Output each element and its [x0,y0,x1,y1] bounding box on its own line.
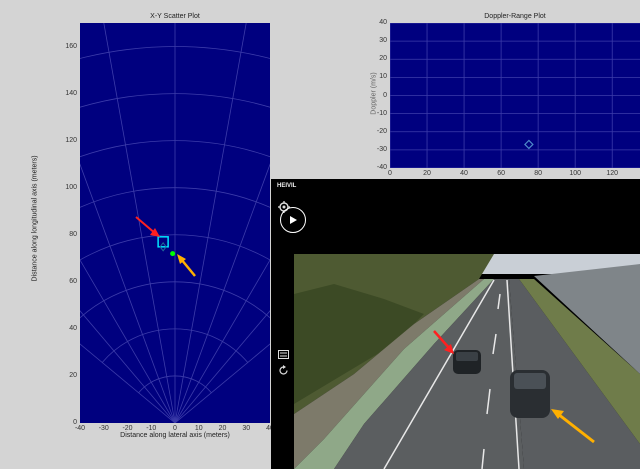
scatter-y-tick: 40 [69,324,77,332]
scatter-polar-grid [80,23,270,423]
scatter-x-tick: -40 [74,425,86,432]
scatter-radial-line [174,259,270,423]
scatter-x-tick: -20 [122,425,133,432]
scatter-y-tick: 140 [65,89,77,97]
doppler-x-tick: 80 [534,170,543,177]
scatter-plot-svg [80,23,270,423]
scatter-x-axis-label: Distance along lateral axis (meters) [120,432,230,439]
doppler-y-tick: 0 [383,91,387,99]
scatter-x-tick: 20 [218,425,227,432]
doppler-x-tick: 0 [388,170,392,177]
scatter-plot-area[interactable] [80,23,270,423]
scatter-radial-line [103,23,176,423]
scatter-y-tick: 160 [65,42,77,50]
doppler-plot-title: Doppler-Range Plot [484,13,546,20]
doppler-y-tick: -30 [376,145,387,153]
highway-scene [294,254,640,469]
scatter-x-tick: 30 [242,425,251,432]
scatter-marks [157,236,176,257]
scatter-x-tick: -10 [146,425,157,432]
scatter-x-tick: 10 [194,425,203,432]
play-button[interactable] [280,207,306,233]
doppler-y-tick: -20 [376,127,387,135]
doppler-point[interactable] [524,139,534,150]
doppler-y-tick: 30 [379,37,387,45]
scatter-radial-line [174,23,247,423]
scatter-x-tick: -30 [98,425,109,432]
scatter-x-tick: 0 [173,425,177,432]
doppler-plot-svg [390,23,640,168]
doppler-x-tick: 100 [569,170,582,177]
screenshot-icon[interactable] [278,350,289,363]
scatter-y-tick: 60 [69,277,77,285]
target-box[interactable] [157,236,169,248]
doppler-x-tick: 120 [606,170,619,177]
doppler-x-tick: 20 [423,170,431,177]
play-icon [290,216,297,224]
scatter-y-tick: 120 [65,136,77,144]
scatter-radial-line [80,310,176,423]
doppler-x-tick: 40 [460,170,468,177]
scatter-radial-line [80,259,176,423]
video-frame [294,254,640,469]
scatter-y-axis-label: Distance along longitudinal axis (meters… [31,155,39,282]
scatter-y-tick: 80 [69,230,77,238]
scatter-plot-title: X-Y Scatter Plot [150,13,200,20]
scatter-radial-line [174,163,270,423]
video-logo: HEIVIL [277,183,297,189]
scatter-radial-line [174,310,270,423]
loop-icon[interactable] [278,365,289,379]
detection-point[interactable] [170,251,176,257]
doppler-grid [390,23,640,168]
doppler-y-tick: 10 [379,73,387,81]
scatter-y-tick: 100 [65,183,77,191]
doppler-y-tick: -10 [376,109,387,117]
doppler-plot-area[interactable] [390,23,640,168]
scatter-radial-line [80,163,176,423]
orange-arrow-annotation [177,254,196,277]
doppler-x-tick: 60 [497,170,505,177]
red-arrow-annotation [135,216,160,237]
doppler-y-tick: 40 [379,19,387,26]
doppler-y-tick: 20 [379,55,387,63]
doppler-marks [524,139,534,150]
scatter-y-tick: 20 [69,371,77,379]
